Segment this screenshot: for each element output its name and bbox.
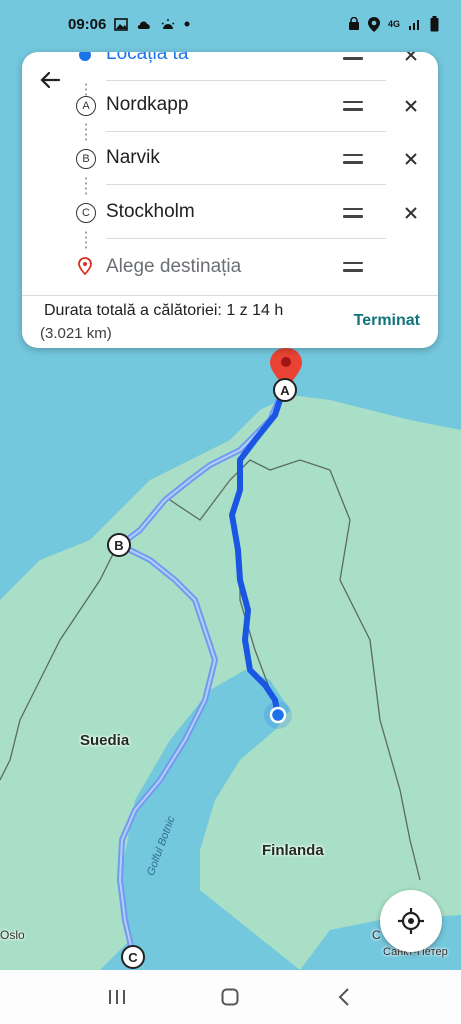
remove-stop-button[interactable] — [402, 97, 420, 115]
directions-panel: Locația ta A Nordkapp B Narvik C Stockho… — [22, 52, 438, 348]
remove-stop-button[interactable] — [402, 204, 420, 222]
home-button[interactable] — [210, 977, 250, 1017]
trip-summary: Durata totală a călătoriei: 1 z 14 h (3.… — [22, 295, 438, 348]
marker-c[interactable]: C — [121, 945, 145, 969]
system-back-button[interactable] — [324, 977, 364, 1017]
remove-stop-button[interactable] — [402, 52, 420, 64]
label-oslo: Oslo — [0, 928, 25, 942]
drag-handle-icon[interactable] — [343, 207, 363, 218]
current-location-icon — [79, 52, 91, 61]
label-extra: С — [372, 928, 381, 942]
drag-handle-icon[interactable] — [343, 261, 363, 272]
label-finland: Finlanda — [262, 842, 324, 859]
stop-row-destination: Alege destinația — [22, 240, 438, 293]
gallery-icon — [114, 17, 129, 31]
close-icon — [405, 52, 417, 61]
recent-apps-icon — [108, 990, 125, 1004]
stop-marker-a: A — [76, 95, 96, 116]
home-icon — [221, 988, 239, 1006]
drag-handle-icon[interactable] — [343, 52, 363, 60]
system-nav-bar — [0, 970, 461, 1024]
svg-text:C: C — [128, 950, 138, 965]
stop-marker-c: C — [76, 202, 96, 223]
current-location-dot — [269, 706, 287, 724]
done-button[interactable]: Terminat — [354, 312, 420, 330]
close-icon — [405, 99, 417, 112]
marker-b[interactable]: B — [107, 533, 131, 557]
lock-icon — [348, 17, 360, 31]
trip-duration: Durata totală a călătoriei: 1 z 14 h — [44, 302, 284, 319]
signal-icon — [408, 17, 422, 31]
label-sweden: Suedia — [80, 732, 130, 749]
destination-pin-icon — [78, 257, 92, 280]
drag-handle-icon[interactable] — [343, 100, 363, 111]
crosshair-icon — [398, 908, 424, 934]
stop-marker-b: B — [76, 148, 96, 169]
close-icon — [405, 152, 417, 165]
svg-text:B: B — [114, 538, 123, 553]
remove-stop-button[interactable] — [402, 150, 420, 168]
my-location-button[interactable] — [380, 890, 442, 952]
location-icon — [367, 16, 380, 32]
weather-icon — [160, 18, 176, 30]
cloud-icon — [136, 19, 152, 30]
close-icon — [405, 206, 417, 219]
trip-distance: (3.021 km) — [40, 325, 112, 342]
network-type: 4G — [387, 19, 400, 29]
chevron-left-icon — [338, 988, 349, 1006]
status-time: 09:06 — [68, 15, 107, 33]
battery-icon — [430, 16, 439, 32]
drag-handle-icon[interactable] — [343, 153, 363, 164]
notification-dot-icon — [184, 21, 190, 27]
recent-apps-button[interactable] — [97, 977, 137, 1017]
stop-row-current: Locația ta — [22, 52, 438, 81]
status-bar: 09:06 4G — [0, 0, 461, 48]
marker-a[interactable]: A — [273, 378, 297, 402]
svg-text:A: A — [280, 383, 290, 398]
